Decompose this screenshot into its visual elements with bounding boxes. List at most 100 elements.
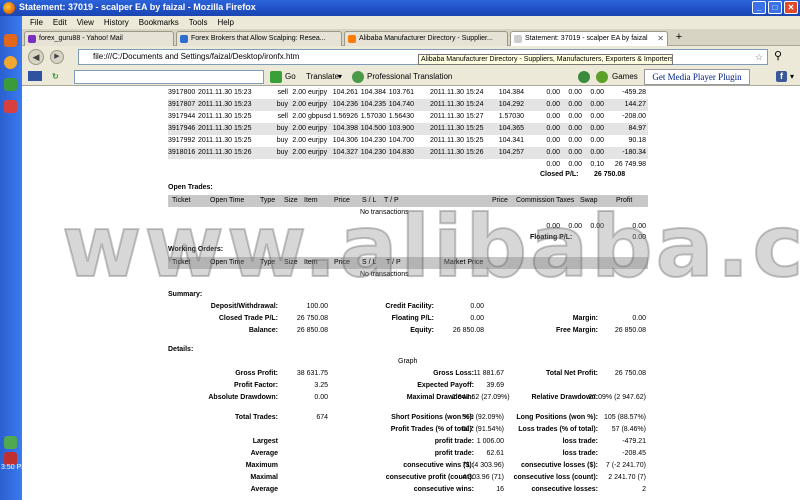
app-icon[interactable] (4, 78, 17, 91)
trade-cell: 1.57030 (360, 113, 386, 120)
tooltip: Alibaba Manufacturer Directory - Supplie… (418, 54, 673, 65)
trade-cell: 3917800 (168, 89, 196, 96)
trade-cell: 2011.11.30 15:25 (198, 125, 252, 132)
detail-value: -208.45 (622, 450, 646, 457)
credit-label: Credit Facility: (385, 303, 434, 310)
maximize-button[interactable]: □ (768, 1, 782, 14)
trade-cell: 104.384 (498, 89, 524, 96)
taskbar: 3:50 PM (0, 16, 27, 500)
trade-cell: 2011.11.30 15:26 (198, 149, 252, 156)
tray-icon[interactable] (4, 436, 17, 449)
professional-translation-button[interactable]: Professional Translation (367, 71, 452, 83)
games-button[interactable]: Games (612, 71, 638, 83)
tab-alibaba[interactable]: Alibaba Manufacturer Directory - Supplie… (344, 31, 508, 46)
back-button[interactable]: ◀ (28, 49, 44, 65)
url-text: file:///C:/Documents and Settings/faizal… (93, 52, 300, 61)
detail-label: Total Trades: (234, 414, 278, 421)
trade-cell: 0.00 (568, 149, 582, 156)
trade-cell: 0.00 (546, 101, 560, 108)
margin-value: 0.00 (632, 315, 646, 322)
app-icon[interactable] (4, 100, 17, 113)
closed-pl-value: 26 750.08 (594, 171, 626, 178)
trade-cell: 3917807 (168, 101, 196, 108)
detail-label: Maximum (245, 462, 278, 469)
trade-cell: 2011.11.30 15:25 (198, 137, 252, 144)
totals-row: 0.00 0.00 0.10 26 749.98 (546, 161, 646, 168)
trade-cell: 104.230 (360, 149, 386, 156)
graph-link[interactable]: Graph (398, 358, 417, 365)
detail-label: Maximal Drawdown: (406, 394, 474, 401)
menu-edit[interactable]: Edit (53, 16, 67, 29)
menu-help[interactable]: Help (217, 16, 233, 29)
translate-button[interactable]: Translate (306, 71, 339, 83)
translate-dropdown-icon[interactable]: ▾ (338, 71, 342, 83)
menu-tools[interactable]: Tools (189, 16, 208, 29)
close-button[interactable]: ✕ (784, 1, 798, 14)
trade-cell: 104.306 (332, 137, 358, 144)
detail-label: Profit Trades (% of total): (390, 426, 474, 433)
facebook-dropdown-icon[interactable]: ▾ (790, 71, 794, 83)
tab-label: Forex Brokers that Allow Scalping: Resea… (191, 35, 326, 42)
trade-cell: 2011.11.30 15:25 (430, 137, 484, 144)
toolbar-search-input[interactable] (74, 70, 264, 84)
minimize-button[interactable]: _ (752, 1, 766, 14)
page-icon (180, 35, 188, 43)
trade-cell: 3917946 (168, 125, 196, 132)
firefox-logo-icon (3, 2, 15, 14)
games-logo-icon (596, 71, 608, 83)
firefox-taskbar-icon[interactable] (4, 34, 17, 47)
tab-yahoo-mail[interactable]: forex_guru88 - Yahoo! Mail (24, 31, 174, 46)
statement-content: 3917800 2011.11.30 15:23 sell 2.00 eurjpy 104… (22, 87, 800, 500)
trade-cell: 2.00 (292, 125, 306, 132)
menu-bookmarks[interactable]: Bookmarks (139, 16, 179, 29)
trade-cell: 0.00 (568, 89, 582, 96)
balance-label: Balance: (248, 327, 278, 334)
trade-cell: 1.56926 (332, 113, 358, 120)
tab-statement[interactable]: Statement: 37019 - scalper EA by faizal … (510, 31, 668, 46)
trade-cell: buy (276, 125, 288, 132)
trade-cell: 104.292 (498, 101, 524, 108)
trade-cell: 104.257 (498, 149, 524, 156)
trade-cell: sell (277, 89, 288, 96)
search-icon[interactable]: ⚲ (774, 50, 786, 62)
detail-label: Expected Payoff: (417, 382, 474, 389)
tab-close-icon[interactable]: ✕ (657, 32, 664, 45)
trade-cell: 2.00 (292, 113, 306, 120)
window-titlebar[interactable]: Statement: 37019 - scalper EA by faizal … (0, 0, 800, 16)
details-heading: Details: (168, 346, 194, 353)
games-icon[interactable] (578, 71, 590, 83)
trade-cell: 0.00 (590, 101, 604, 108)
menu-history[interactable]: History (104, 16, 129, 29)
forward-button[interactable]: ▶ (50, 50, 64, 64)
tab-forex-brokers[interactable]: Forex Brokers that Allow Scalping: Resea… (176, 31, 342, 46)
trade-cell: 103.900 (388, 125, 414, 132)
trade-cell: 0.00 (590, 149, 604, 156)
detail-value: 105 (88.57%) (603, 414, 646, 421)
go-button[interactable]: Go (285, 71, 296, 83)
trade-cell: 0.00 (568, 101, 582, 108)
trade-cell: 1.56430 (388, 113, 414, 120)
facebook-icon[interactable]: f (776, 71, 787, 82)
closed-trade-label: Closed Trade P/L: (218, 315, 278, 322)
navigation-bar: ◀ ▶ file:///C:/Documents and Settings/fa… (22, 46, 800, 68)
trade-cell: 0.00 (546, 125, 560, 132)
menu-view[interactable]: View (77, 16, 94, 29)
messenger-icon[interactable] (4, 56, 17, 69)
open-trades-heading: Open Trades: (168, 184, 213, 191)
trade-cell: sell (277, 113, 288, 120)
trade-cell: 2011.11.30 15:25 (198, 113, 252, 120)
refresh-icon[interactable]: ↻ (52, 71, 59, 83)
trade-cell: 2011.11.30 15:23 (198, 89, 252, 96)
bookmark-star-icon[interactable]: ☆ (755, 50, 763, 64)
trade-cell: 0.00 (546, 137, 560, 144)
flag-icon[interactable] (28, 71, 42, 81)
trade-cell: 104.261 (332, 89, 358, 96)
trade-cell: eurjpy (308, 89, 328, 96)
trade-cell: 0.00 (590, 113, 604, 120)
detail-value: 2 (642, 486, 646, 493)
media-player-plugin-button[interactable]: Get Media Player Plugin (644, 69, 750, 85)
menu-file[interactable]: File (30, 16, 43, 29)
go-icon[interactable] (270, 71, 282, 83)
new-tab-button[interactable]: + (672, 31, 686, 45)
trade-cell: 2011.11.30 15:27 (430, 113, 484, 120)
